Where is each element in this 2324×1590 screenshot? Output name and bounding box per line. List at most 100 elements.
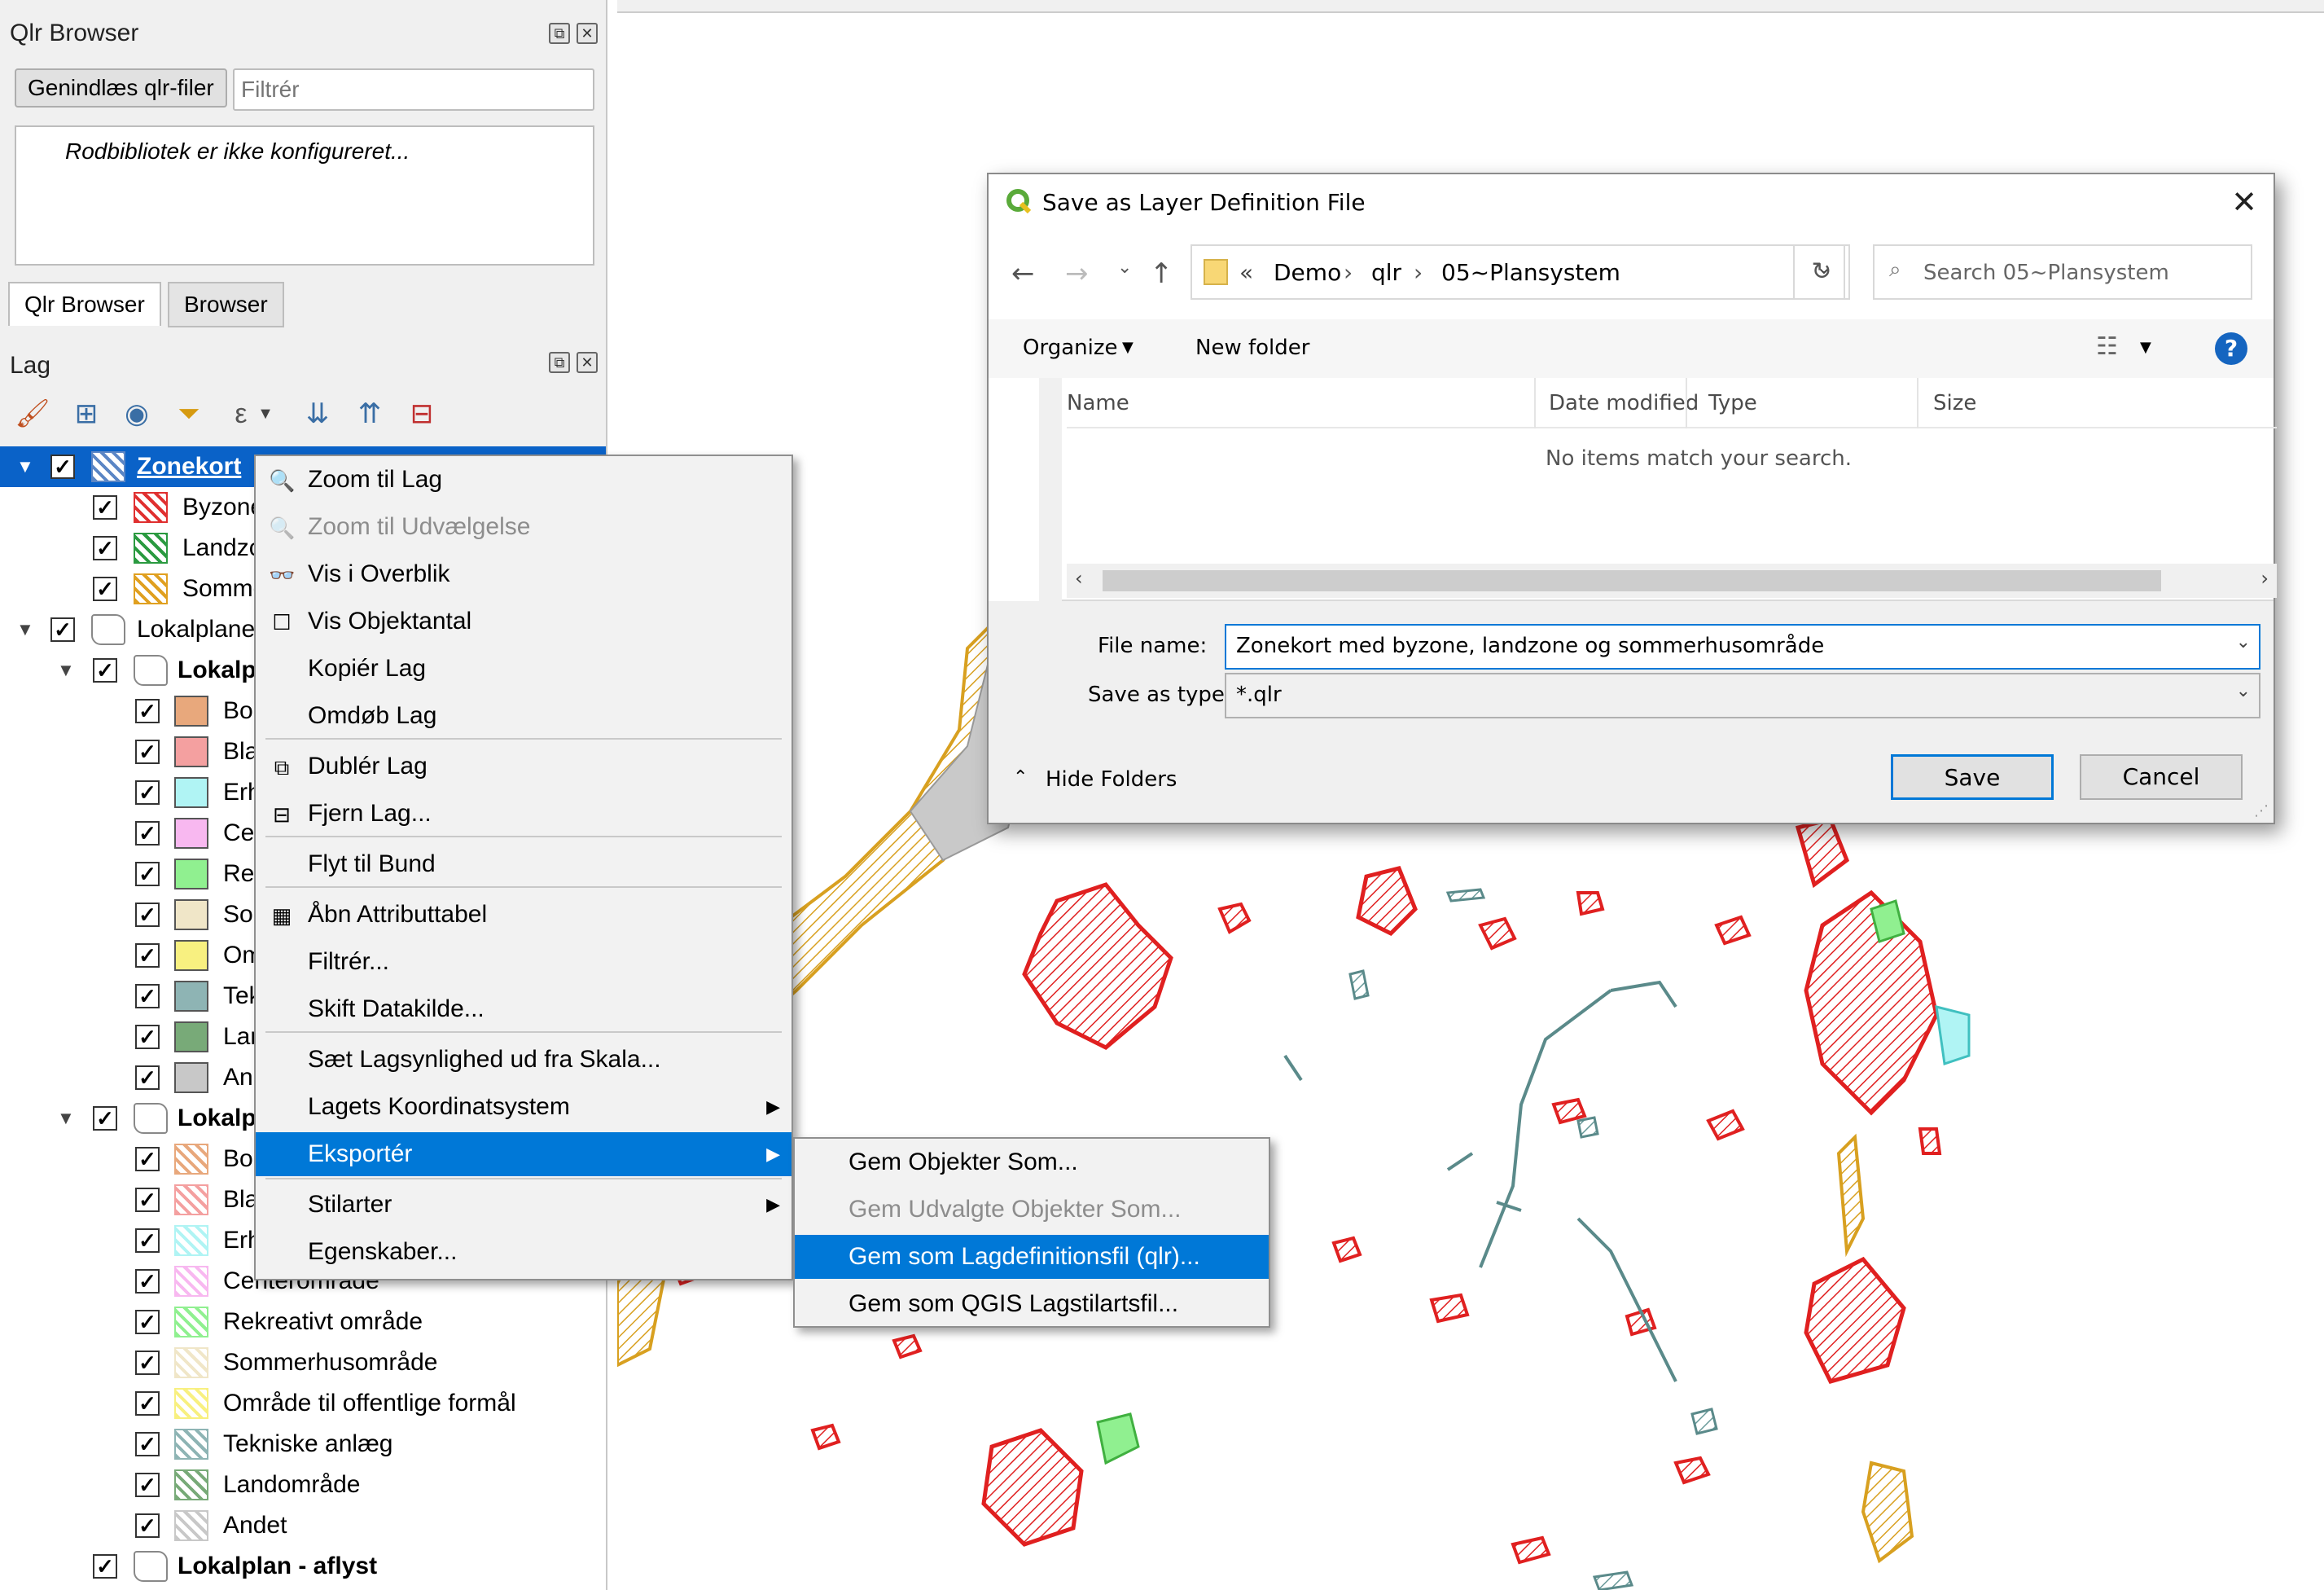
scroll-left-icon[interactable]: ‹ bbox=[1075, 567, 1083, 590]
remove-layer-icon[interactable]: ⊟ bbox=[404, 396, 440, 432]
column-type[interactable]: Type bbox=[1708, 391, 1757, 415]
address-bar[interactable]: « Demo › qlr › 05~Plansystem ⌄ bbox=[1191, 244, 1845, 300]
context-menu-item[interactable]: Flyt til Bund bbox=[256, 842, 791, 886]
breadcrumb-demo[interactable]: Demo bbox=[1274, 259, 1341, 286]
layer-tree-item[interactable]: ✓ Rekreativt område bbox=[0, 1302, 606, 1342]
layer-visibility-checkbox[interactable]: ✓ bbox=[135, 1432, 160, 1456]
context-menu-item[interactable]: Kopiér Lag bbox=[256, 647, 791, 691]
context-menu-item[interactable]: ☐ Vis Objektantal bbox=[256, 600, 791, 643]
context-menu-item[interactable]: ⧉ Dublér Lag bbox=[256, 744, 791, 788]
layer-visibility-checkbox[interactable]: ✓ bbox=[135, 1065, 160, 1090]
column-size[interactable]: Size bbox=[1933, 391, 1976, 415]
context-menu-item[interactable]: ⊟ Fjern Lag... bbox=[256, 792, 791, 836]
context-menu-item[interactable]: 👓 Vis i Overblik bbox=[256, 552, 791, 596]
breadcrumb-qlr[interactable]: qlr bbox=[1371, 259, 1401, 286]
context-menu-item[interactable]: 🔍 Zoom til Lag bbox=[256, 458, 791, 502]
layer-tree-item[interactable]: ✓ Tekniske anlæg bbox=[0, 1424, 606, 1465]
context-menu-item[interactable]: Eksportér ▶ bbox=[256, 1132, 791, 1176]
layer-visibility-checkbox[interactable]: ✓ bbox=[93, 1554, 117, 1579]
navigation-pane[interactable] bbox=[989, 378, 1062, 601]
view-options-icon[interactable]: ☷ bbox=[2096, 332, 2118, 361]
close-icon[interactable]: ✕ bbox=[2231, 184, 2257, 220]
organize-button[interactable]: Organize bbox=[1023, 336, 1117, 360]
context-menu-item[interactable]: ▦ Åbn Attributtabel bbox=[256, 893, 791, 937]
export-menu-item[interactable]: Gem som Lagdefinitionsfil (qlr)... bbox=[795, 1235, 1269, 1279]
layer-visibility-checkbox[interactable]: ✓ bbox=[50, 455, 75, 479]
layer-visibility-checkbox[interactable]: ✓ bbox=[135, 1351, 160, 1375]
layer-visibility-checkbox[interactable]: ✓ bbox=[135, 1310, 160, 1334]
resize-grip-icon[interactable]: ⋰ bbox=[2254, 802, 2269, 819]
chevron-up-icon[interactable]: ⌃ bbox=[1013, 767, 1028, 788]
layer-tree-item[interactable]: ✓ Landområde bbox=[0, 1465, 606, 1505]
scroll-right-icon[interactable]: › bbox=[2260, 567, 2269, 590]
layer-visibility-checkbox[interactable]: ✓ bbox=[135, 740, 160, 764]
layer-visibility-checkbox[interactable]: ✓ bbox=[50, 617, 75, 642]
hide-folders-button[interactable]: Hide Folders bbox=[1046, 767, 1177, 792]
up-icon[interactable]: ↑ bbox=[1150, 257, 1173, 290]
collapse-all-icon[interactable]: ⇈ bbox=[352, 396, 388, 432]
context-menu-item[interactable]: Stilarter ▶ bbox=[256, 1183, 791, 1227]
context-menu-item[interactable]: Sæt Lagsynlighed ud fra Skala... bbox=[256, 1038, 791, 1082]
context-menu-item[interactable]: Lagets Koordinatsystem ▶ bbox=[256, 1085, 791, 1129]
cancel-button[interactable]: Cancel bbox=[2080, 754, 2243, 800]
layer-visibility-checkbox[interactable]: ✓ bbox=[135, 984, 160, 1008]
horizontal-scrollbar[interactable]: ‹ › bbox=[1067, 564, 2277, 598]
expand-arrow-icon[interactable]: ▼ bbox=[16, 456, 34, 477]
breadcrumb-plansystem[interactable]: 05~Plansystem bbox=[1441, 259, 1620, 286]
close-icon[interactable]: ✕ bbox=[577, 352, 598, 373]
layer-visibility-checkbox[interactable]: ✓ bbox=[135, 903, 160, 927]
layer-visibility-checkbox[interactable]: ✓ bbox=[135, 821, 160, 846]
expand-arrow-icon[interactable]: ▼ bbox=[57, 1108, 75, 1129]
expand-all-icon[interactable]: ⇊ bbox=[300, 396, 335, 432]
layer-visibility-checkbox[interactable]: ✓ bbox=[135, 1391, 160, 1416]
column-name[interactable]: Name bbox=[1067, 391, 1129, 415]
layer-visibility-checkbox[interactable]: ✓ bbox=[135, 862, 160, 886]
search-box[interactable]: ⌕ Search 05~Plansystem bbox=[1873, 244, 2252, 300]
tab-qlr-browser[interactable]: Qlr Browser bbox=[8, 282, 161, 326]
context-menu-item[interactable]: Egenskaber... bbox=[256, 1230, 791, 1274]
layer-visibility-checkbox[interactable]: ✓ bbox=[135, 1513, 160, 1538]
layer-visibility-checkbox[interactable]: ✓ bbox=[135, 699, 160, 723]
scrollbar-thumb[interactable] bbox=[1103, 570, 2161, 591]
layer-visibility-checkbox[interactable]: ✓ bbox=[135, 1025, 160, 1049]
export-menu-item[interactable]: Gem Udvalgte Objekter Som... bbox=[795, 1188, 1269, 1232]
layer-visibility-checkbox[interactable]: ✓ bbox=[93, 1106, 117, 1131]
tab-browser[interactable]: Browser bbox=[168, 282, 284, 327]
save-button[interactable]: Save bbox=[1891, 754, 2054, 800]
layer-visibility-checkbox[interactable]: ✓ bbox=[135, 1228, 160, 1253]
expand-arrow-icon[interactable]: ▼ bbox=[57, 660, 75, 681]
chevron-down-icon[interactable]: ⌄ bbox=[2236, 681, 2251, 701]
layer-tree-item[interactable]: ✓ Lokalplan - aflyst bbox=[0, 1546, 606, 1587]
save-as-type-select[interactable]: *.qlr ⌄ bbox=[1225, 673, 2260, 718]
float-icon[interactable]: ⧉ bbox=[549, 23, 570, 44]
layer-visibility-checkbox[interactable]: ✓ bbox=[93, 577, 117, 601]
back-icon[interactable]: ← bbox=[1011, 257, 1035, 290]
chevron-down-icon[interactable]: ▼ bbox=[254, 396, 277, 432]
chevron-down-icon[interactable]: ▼ bbox=[2140, 339, 2151, 356]
context-menu-item[interactable]: Omdøb Lag bbox=[256, 694, 791, 738]
expand-arrow-icon[interactable]: ▼ bbox=[16, 619, 34, 640]
layer-visibility-checkbox[interactable]: ✓ bbox=[135, 1269, 160, 1294]
layer-tree-item[interactable]: ✓ Område til offentlige formål bbox=[0, 1383, 606, 1424]
refresh-icon[interactable]: ↻ bbox=[1793, 244, 1850, 300]
export-menu-item[interactable]: Gem Objekter Som... bbox=[795, 1140, 1269, 1184]
context-menu-item[interactable]: 🔍 Zoom til Udvælgelse bbox=[256, 505, 791, 549]
export-menu-item[interactable]: Gem som QGIS Lagstilartsfil... bbox=[795, 1282, 1269, 1326]
layer-tree-item[interactable]: ✓ Andet bbox=[0, 1505, 606, 1546]
context-menu-item[interactable]: Filtrér... bbox=[256, 940, 791, 984]
layer-visibility-checkbox[interactable]: ✓ bbox=[93, 658, 117, 683]
layer-tree-item[interactable]: ✓ Sommerhusområde bbox=[0, 1342, 606, 1383]
column-date-modified[interactable]: Date modified bbox=[1549, 391, 1699, 415]
layer-visibility-checkbox[interactable]: ✓ bbox=[135, 780, 160, 805]
qlr-filter-input[interactable] bbox=[233, 68, 594, 111]
visibility-icon[interactable]: ◉ bbox=[119, 396, 155, 432]
layer-visibility-checkbox[interactable]: ✓ bbox=[135, 1473, 160, 1497]
forward-icon[interactable]: → bbox=[1065, 257, 1089, 290]
chevron-down-icon[interactable]: ⌄ bbox=[2236, 632, 2251, 652]
help-icon[interactable]: ? bbox=[2215, 332, 2247, 365]
chevron-down-icon[interactable]: ▼ bbox=[1122, 339, 1133, 356]
nav-scrollbar[interactable] bbox=[1039, 378, 1062, 601]
layer-visibility-checkbox[interactable]: ✓ bbox=[93, 495, 117, 520]
breadcrumb-overflow[interactable]: « bbox=[1239, 259, 1253, 286]
new-folder-button[interactable]: New folder bbox=[1195, 336, 1309, 360]
